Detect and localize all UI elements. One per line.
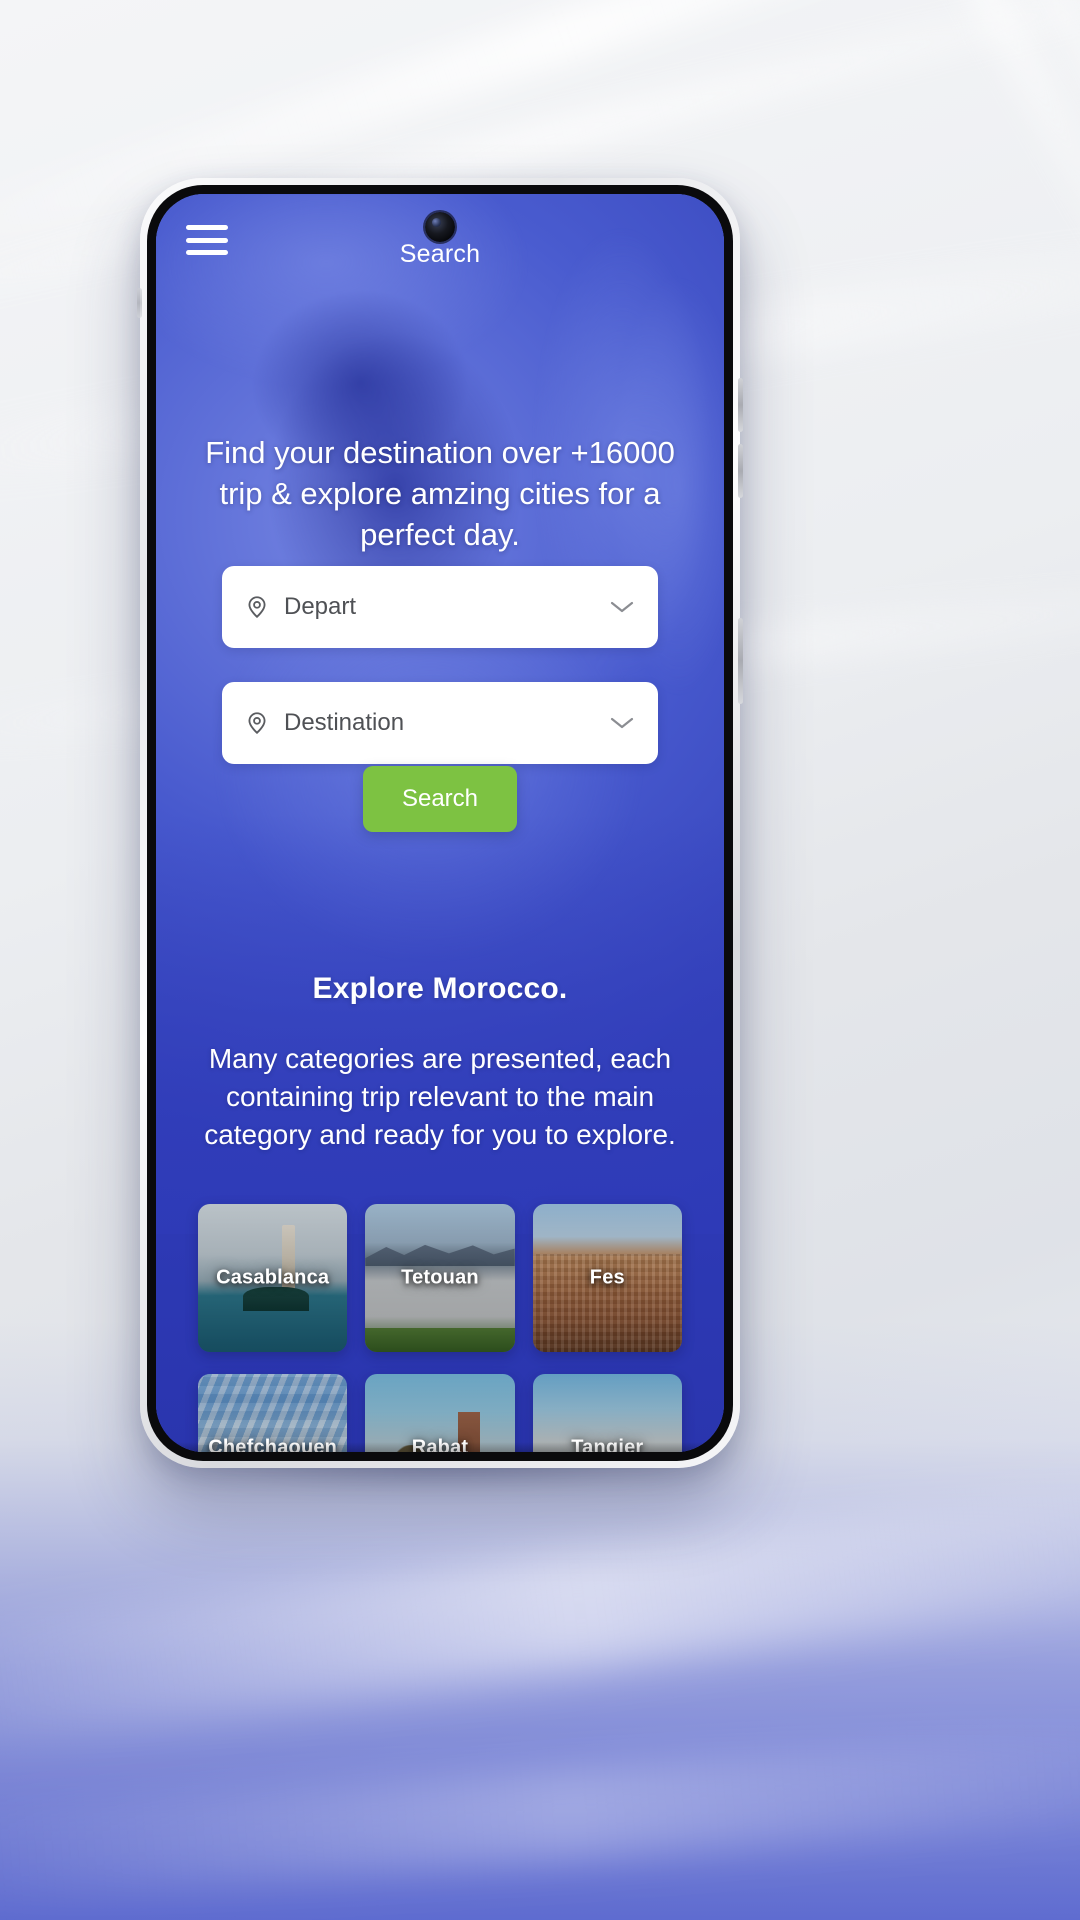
sim-tray	[137, 288, 142, 318]
city-card-fes[interactable]: Fes	[532, 1204, 682, 1352]
location-pin-icon	[244, 710, 270, 736]
city-card-casablanca[interactable]: Casablanca	[198, 1204, 348, 1352]
city-card-tangier[interactable]: Tangier	[532, 1374, 682, 1452]
city-card-tetouan[interactable]: Tetouan	[365, 1204, 515, 1352]
volume-down-button[interactable]	[738, 444, 743, 498]
screen-bottom-edge	[156, 1442, 724, 1452]
search-button[interactable]: Search	[363, 766, 517, 832]
search-button-container: Search	[156, 766, 724, 832]
phone-bezel: Search Find your destination over +16000…	[147, 185, 733, 1461]
chevron-down-icon[interactable]	[610, 600, 634, 614]
destination-field[interactable]: Destination	[222, 682, 658, 764]
volume-up-button[interactable]	[738, 378, 743, 432]
location-pin-icon	[244, 594, 270, 620]
power-button[interactable]	[738, 618, 743, 704]
phone-device-mockup: Search Find your destination over +16000…	[137, 178, 743, 1468]
phone-screen: Search Find your destination over +16000…	[156, 194, 724, 1452]
front-camera-punch-hole	[425, 212, 455, 242]
destination-input-placeholder: Destination	[284, 709, 405, 736]
depart-field[interactable]: Depart	[222, 566, 658, 648]
city-label: Casablanca	[216, 1266, 330, 1289]
search-form: Depart Destination	[222, 566, 658, 764]
explore-section: Explore Morocco. Many categories are pre…	[196, 972, 684, 1154]
city-label: Fes	[589, 1266, 625, 1289]
chevron-down-icon[interactable]	[610, 716, 634, 730]
hero-headline: Find your destination over +16000 trip &…	[205, 435, 675, 553]
city-label: Tetouan	[401, 1266, 479, 1289]
city-card-rabat[interactable]: Rabat	[365, 1374, 515, 1452]
page-title: Search	[399, 240, 481, 268]
city-card-chefchaouen[interactable]: Chefchaouen	[198, 1374, 348, 1452]
depart-input-placeholder: Depart	[284, 593, 357, 620]
explore-title: Explore Morocco.	[312, 972, 568, 1005]
explore-subtitle: Many categories are presented, each cont…	[204, 1043, 676, 1151]
city-grid: Casablanca Tetouan Fes Chefchaouen	[198, 1204, 682, 1452]
